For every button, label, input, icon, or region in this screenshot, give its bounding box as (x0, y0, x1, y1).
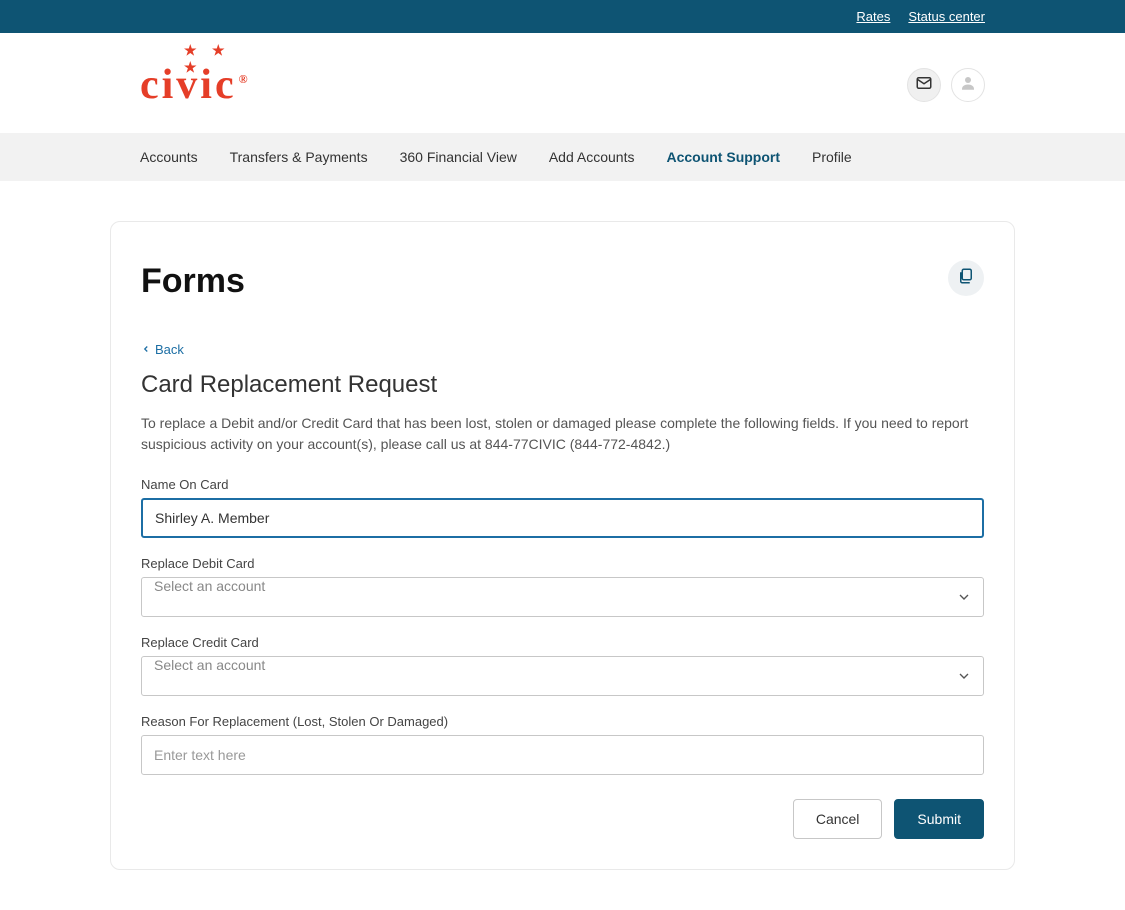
back-label: Back (155, 342, 184, 357)
top-utility-bar: Rates Status center (0, 0, 1125, 33)
replace-credit-label: Replace Credit Card (141, 635, 984, 650)
forms-card: Forms Back Card Replacement Request To r… (110, 221, 1015, 870)
main-nav: Accounts Transfers & Payments 360 Financ… (0, 133, 1125, 181)
user-icon (959, 74, 977, 97)
replace-debit-select[interactable]: Select an account (141, 577, 984, 617)
nav-item-account-support[interactable]: Account Support (666, 149, 780, 165)
header-icons (907, 68, 985, 102)
nav-item-360[interactable]: 360 Financial View (400, 149, 517, 165)
nav-item-add-accounts[interactable]: Add Accounts (549, 149, 635, 165)
content: Forms Back Card Replacement Request To r… (0, 181, 1125, 910)
mail-button[interactable] (907, 68, 941, 102)
rates-link[interactable]: Rates (856, 9, 890, 24)
nav-item-profile[interactable]: Profile (812, 149, 852, 165)
nav-item-accounts[interactable]: Accounts (140, 149, 198, 165)
chevron-left-icon (141, 342, 151, 357)
profile-button[interactable] (951, 68, 985, 102)
name-on-card-input[interactable] (141, 498, 984, 538)
logo[interactable]: ★ ★ ★ civic® (140, 61, 251, 109)
section-description: To replace a Debit and/or Credit Card th… (141, 413, 971, 455)
name-on-card-label: Name On Card (141, 477, 984, 492)
back-link[interactable]: Back (141, 342, 184, 357)
mail-icon (915, 74, 933, 97)
replace-credit-select[interactable]: Select an account (141, 656, 984, 696)
section-title: Card Replacement Request (141, 371, 984, 399)
reason-label: Reason For Replacement (Lost, Stolen Or … (141, 714, 984, 729)
replace-debit-label: Replace Debit Card (141, 556, 984, 571)
button-row: Cancel Submit (141, 799, 984, 839)
status-center-link[interactable]: Status center (908, 9, 985, 24)
cancel-button[interactable]: Cancel (793, 799, 883, 839)
reason-input[interactable] (141, 735, 984, 775)
submit-button[interactable]: Submit (894, 799, 984, 839)
documents-icon (957, 267, 975, 290)
nav-item-transfers[interactable]: Transfers & Payments (230, 149, 368, 165)
logo-stars-icon: ★ ★ ★ (184, 43, 251, 77)
documents-button[interactable] (948, 260, 984, 296)
page-title: Forms (141, 262, 984, 301)
header: ★ ★ ★ civic® (0, 33, 1125, 133)
